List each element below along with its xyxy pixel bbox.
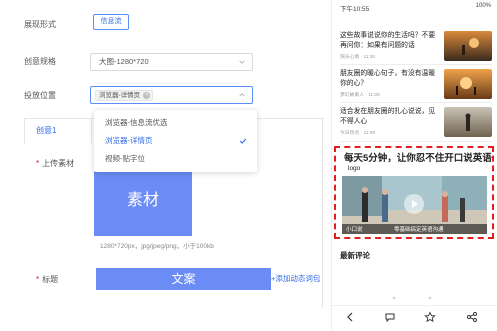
status-time: 下午10:55: [340, 6, 370, 13]
comment-icon[interactable]: [384, 311, 396, 323]
share-icon[interactable]: [466, 311, 478, 323]
position-dropdown: 浏览器-信息流优选 浏览器-详情页 视频-贴字位: [94, 110, 257, 172]
news-thumbnail: [444, 31, 492, 61]
divider: [340, 102, 492, 103]
position-select[interactable]: 浏览器-详情页 ×: [90, 86, 253, 104]
chevron-up-icon: [239, 93, 245, 97]
news-title: 这些故事说说你的生活吗？不要再问你：如果有问题的话: [340, 32, 436, 49]
news-meta: 今日热点 · 11:08: [340, 131, 376, 136]
ad-creative-preview[interactable]: 每天5分钟，让你忍不住开口说英语 logo 小口说 零基础搞定英语沟通: [334, 146, 494, 239]
tab-creative-1[interactable]: 创意1: [24, 118, 92, 144]
news-meta: 梦幻故事人 · 11:00: [340, 93, 380, 98]
spec-select[interactable]: 大图-1280*720: [90, 53, 253, 71]
news-title: 适合发在朋友圈的扎心说说，见不得人心: [340, 108, 436, 125]
list-item[interactable]: 适合发在朋友圈的扎心说说，见不得人心 今日热点 · 11:08: [340, 107, 492, 145]
add-dynamic-words-link[interactable]: +添加动态词包: [271, 273, 320, 284]
ad-bottom-bar: 小口说 零基础搞定英语沟通: [342, 224, 487, 234]
page-dots: [392, 296, 432, 300]
divider: [340, 64, 492, 65]
dropdown-option[interactable]: 浏览器-信息流优选: [94, 115, 257, 131]
spec-label: 创意规格: [24, 57, 56, 66]
phone-preview: 下午10:55 100% 这些故事说说你的生活吗？不要再问你：如果有问题的话 快…: [331, 0, 497, 331]
news-thumbnail: [444, 107, 492, 137]
chevron-down-icon: [239, 60, 245, 64]
position-label: 投放位置: [24, 91, 56, 100]
display-form-label: 展现形式: [24, 20, 56, 29]
ad-bar-right: 零基础搞定英语沟通: [394, 227, 444, 233]
required-mark: *: [36, 275, 40, 284]
title-label-text: 标题: [42, 275, 59, 284]
ad-bar-left: 小口说: [346, 227, 363, 233]
status-battery: 100%: [475, 3, 491, 9]
news-thumbnail: [444, 69, 492, 99]
title-label: * 标题: [36, 274, 58, 286]
dropdown-option-label: 浏览器-详情页: [105, 136, 153, 145]
divider: [340, 141, 492, 142]
required-mark: *: [36, 159, 40, 168]
upload-hint: 1280*720px，jpg/jpeg/png，小于100kb: [100, 243, 214, 250]
ad-headline: 每天5分钟，让你忍不住开口说英语: [344, 153, 492, 164]
ad-image: 小口说 零基础搞定英语沟通: [342, 176, 487, 234]
position-tag: 浏览器-详情页 ×: [95, 90, 154, 101]
news-meta: 快乐心情 · 11:20: [340, 55, 376, 60]
panel-border: [322, 118, 323, 308]
asset-upload-box[interactable]: 素材: [94, 166, 192, 236]
check-icon: [239, 138, 247, 144]
news-title: 朋友圈的暖心句子，有没有温暖你的心？: [340, 70, 436, 87]
title-input-box[interactable]: 文案: [96, 268, 271, 290]
feed-display-button[interactable]: 信息流: [93, 14, 129, 30]
ad-logo: logo: [348, 165, 361, 172]
dropdown-option-label: 浏览器-信息流优选: [105, 118, 168, 127]
star-icon[interactable]: [424, 311, 436, 323]
dropdown-option[interactable]: 浏览器-详情页: [94, 133, 257, 149]
spec-select-value: 大图-1280*720: [99, 57, 149, 66]
upload-label: * 上传素材: [36, 158, 74, 170]
bottom-nav: [332, 305, 497, 327]
comments-title: 最新评论: [340, 251, 370, 260]
upload-label-text: 上传素材: [42, 159, 75, 168]
play-icon[interactable]: [404, 194, 424, 214]
dropdown-option[interactable]: 视频-贴字位: [94, 151, 257, 167]
close-icon[interactable]: ×: [143, 92, 151, 99]
dropdown-option-label: 视频-贴字位: [105, 154, 145, 163]
position-tag-label: 浏览器-详情页: [99, 92, 141, 99]
back-icon[interactable]: [344, 311, 356, 323]
